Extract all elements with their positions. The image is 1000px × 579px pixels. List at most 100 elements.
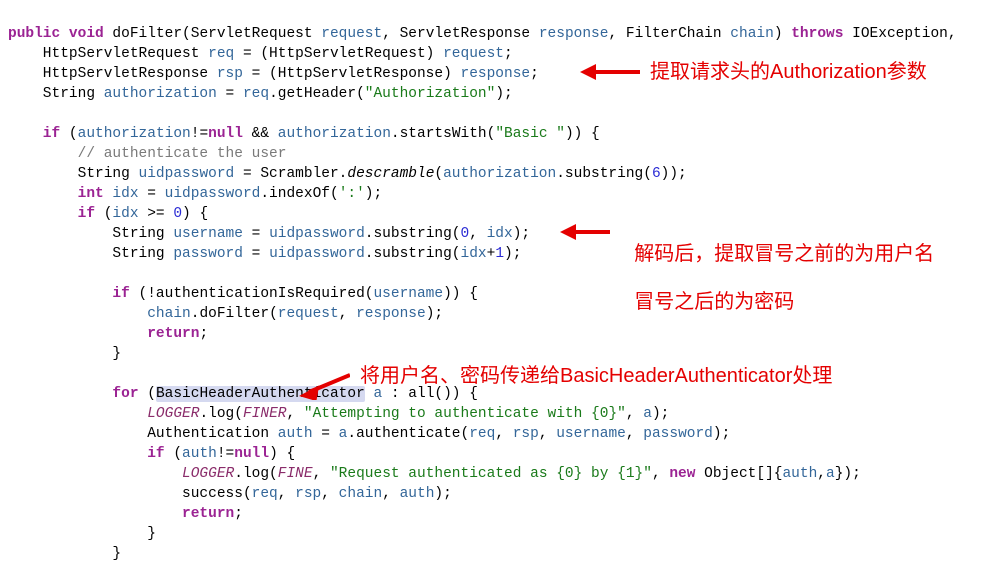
kw-if: if [8, 126, 60, 142]
param-chain: chain [730, 26, 774, 42]
t: ; [530, 66, 539, 82]
kw-throws: throws [791, 26, 843, 42]
annotation-2-line1: 解码后，提取冒号之前的为用户名 [634, 243, 934, 265]
ref-chain2: chain [339, 486, 383, 502]
var-req: req [208, 46, 234, 62]
num-0b: 0 [461, 226, 470, 242]
t: , [626, 406, 643, 422]
t: .substring( [365, 246, 461, 262]
field-finer: FINER [243, 406, 287, 422]
t: success( [8, 486, 252, 502]
t: }); [835, 466, 861, 482]
t: , [278, 486, 295, 502]
var-password: password [173, 246, 243, 262]
t: != [191, 126, 208, 142]
var-username: username [173, 226, 243, 242]
ref-username2: username [556, 426, 626, 442]
t: != [217, 446, 234, 462]
kw-null: null [208, 126, 243, 142]
t: .authenticate( [347, 426, 469, 442]
t: ) [774, 26, 791, 42]
t: ); [504, 246, 521, 262]
kw-public: public [8, 26, 60, 42]
num-0: 0 [173, 206, 182, 222]
t: = [139, 186, 165, 202]
t: , [652, 466, 669, 482]
var-uidpassword: uidpassword [139, 166, 235, 182]
t: String [8, 86, 104, 102]
t: , ServletResponse [382, 26, 539, 42]
t: , [339, 306, 356, 322]
t: String [8, 246, 173, 262]
t: ); [495, 86, 512, 102]
ref-authorization: authorization [78, 126, 191, 142]
annotation-2-line2: 冒号之后的为密码 [634, 291, 794, 313]
ref-idx: idx [112, 206, 138, 222]
ref-uidpassword: uidpassword [165, 186, 261, 202]
t: = [243, 226, 269, 242]
kw-if2: if [8, 206, 95, 222]
kw-if4: if [8, 446, 165, 462]
ref-username: username [373, 286, 443, 302]
t: )) { [565, 126, 600, 142]
t: .getHeader( [269, 86, 365, 102]
t: doFilter(ServletRequest [104, 26, 322, 42]
t: ( [60, 126, 77, 142]
t: = [313, 426, 339, 442]
kw-return2: return [8, 506, 234, 522]
t: ) { [182, 206, 208, 222]
t: Object[]{ [695, 466, 782, 482]
str-authorization: "Authorization" [365, 86, 496, 102]
t: + [487, 246, 496, 262]
field-logger: LOGGER [147, 406, 199, 422]
t: ( [434, 166, 443, 182]
comment-auth-user: // authenticate the user [8, 146, 286, 162]
t: .log( [234, 466, 278, 482]
param-request: request [321, 26, 382, 42]
t: , [321, 486, 338, 502]
t: IOException, [843, 26, 956, 42]
ref-req2: req [469, 426, 495, 442]
t: )) { [443, 286, 478, 302]
ref-uidpassword2: uidpassword [269, 226, 365, 242]
t: , [817, 466, 826, 482]
kw-void: void [69, 26, 104, 42]
str-basic: "Basic " [495, 126, 565, 142]
ref-auth3: auth [400, 486, 435, 502]
t: .indexOf( [260, 186, 338, 202]
ref-rsp3: rsp [295, 486, 321, 502]
kw-return1: return [8, 326, 199, 342]
t: Authentication [8, 426, 278, 442]
kw-int: int [8, 186, 104, 202]
field-fine: FINE [278, 466, 313, 482]
num-1: 1 [495, 246, 504, 262]
t: } [8, 346, 121, 362]
var-a: a [373, 386, 382, 402]
char-colon: ':' [339, 186, 365, 202]
kw-null2: null [234, 446, 269, 462]
t: = [243, 246, 269, 262]
t: (!authenticationIsRequired( [130, 286, 374, 302]
t: } [8, 526, 156, 542]
t [8, 306, 147, 322]
t: = [217, 86, 243, 102]
var-authorization: authorization [104, 86, 217, 102]
annotation-3: 将用户名、密码传递给BasicHeaderAuthenticator处理 [360, 364, 832, 388]
ref-req: req [243, 86, 269, 102]
str-attempting: "Attempting to authenticate with {0}" [304, 406, 626, 422]
t: && [243, 126, 278, 142]
arrow-icon-1 [580, 62, 640, 82]
t: HttpServletResponse [8, 66, 217, 82]
annotation-2: 解码后，提取冒号之前的为用户名 冒号之后的为密码 [612, 218, 934, 338]
t: = (HttpServletRequest) [234, 46, 443, 62]
ref-response2: response [356, 306, 426, 322]
param-response: response [539, 26, 609, 42]
t: , [469, 226, 486, 242]
t [8, 406, 147, 422]
highlight-basicheaderauthenticator: BasicHeaderAuthenticator [156, 386, 365, 402]
ref-a3: a [826, 466, 835, 482]
t: , [626, 426, 643, 442]
ref-response: response [461, 66, 531, 82]
ref-request: request [443, 46, 504, 62]
t: ); [426, 306, 443, 322]
